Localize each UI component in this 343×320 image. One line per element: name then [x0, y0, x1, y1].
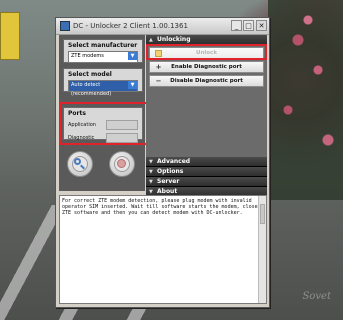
search-icon	[72, 156, 88, 172]
plus-icon: +	[155, 63, 162, 71]
close-button[interactable]: ✕	[256, 20, 267, 31]
enable-diagnostic-port-label: Enable Diagnostic port	[171, 64, 242, 70]
chevron-down-icon[interactable]: ▼	[128, 81, 137, 89]
chevron-down-icon: ▼	[149, 169, 153, 175]
section-options[interactable]: ▼ Options	[146, 167, 267, 177]
section-server-label: Server	[157, 178, 180, 185]
manufacturer-select[interactable]: ZTE modems ▼	[68, 51, 138, 63]
enable-diagnostic-port-button[interactable]: + Enable Diagnostic port	[149, 61, 264, 73]
log-line: ZTE software and then you can detect mod…	[62, 210, 243, 216]
chevron-down-icon[interactable]: ▼	[128, 52, 137, 60]
manufacturer-value: ZTE modems	[71, 53, 104, 59]
scrollbar-thumb[interactable]	[260, 204, 265, 224]
left-pane: Select manufacturer ZTE modems ▼ Select …	[59, 35, 153, 191]
detect-button[interactable]	[67, 151, 93, 177]
model-group: Select model Auto detect (recommended) ▼	[63, 68, 143, 97]
chevron-down-icon: ▼	[149, 179, 153, 185]
collapsed-sections: ▼ Advanced ▼ Options ▼ Server ▼ About	[146, 157, 267, 197]
app-icon	[60, 21, 70, 31]
section-advanced[interactable]: ▼ Advanced	[146, 157, 267, 167]
section-server[interactable]: ▼ Server	[146, 177, 267, 187]
manufacturer-group: Select manufacturer ZTE modems ▼	[63, 39, 143, 63]
window-title: DC - Unlocker 2 Client 1.00.1361	[73, 22, 188, 30]
manufacturer-label: Select manufacturer	[68, 42, 138, 49]
unlocking-header-label: Unlocking	[157, 36, 191, 43]
background-tree	[268, 0, 343, 200]
ports-highlight-box	[59, 102, 153, 145]
model-select[interactable]: Auto detect (recommended) ▼	[68, 80, 138, 97]
section-about-label: About	[157, 188, 178, 195]
stop-button[interactable]	[109, 151, 135, 177]
stop-icon	[114, 156, 130, 172]
log-scrollbar[interactable]	[258, 196, 266, 303]
model-label: Select model	[68, 71, 112, 78]
model-value: Auto detect (recommended)	[71, 82, 112, 97]
disable-diagnostic-port-button[interactable]: − Disable Diagnostic port	[149, 75, 264, 87]
log-output[interactable]: For correct ZTE modem detection, please …	[59, 195, 267, 304]
background-car	[0, 12, 20, 60]
minimize-button[interactable]: _	[231, 20, 242, 31]
section-advanced-label: Advanced	[157, 158, 191, 165]
window-content: Select manufacturer ZTE modems ▼ Select …	[56, 35, 269, 307]
chevron-down-icon: ▼	[149, 159, 153, 165]
dc-unlocker-window: DC - Unlocker 2 Client 1.00.1361 _ □ ✕ S…	[55, 17, 270, 308]
section-options-label: Options	[157, 168, 184, 175]
watermark: Sovet	[302, 291, 331, 302]
unlock-highlight-box	[146, 44, 267, 60]
maximize-button[interactable]: □	[243, 20, 254, 31]
minus-icon: −	[155, 77, 162, 85]
title-bar[interactable]: DC - Unlocker 2 Client 1.00.1361 _ □ ✕	[56, 18, 269, 35]
disable-diagnostic-port-label: Disable Diagnostic port	[170, 78, 243, 84]
